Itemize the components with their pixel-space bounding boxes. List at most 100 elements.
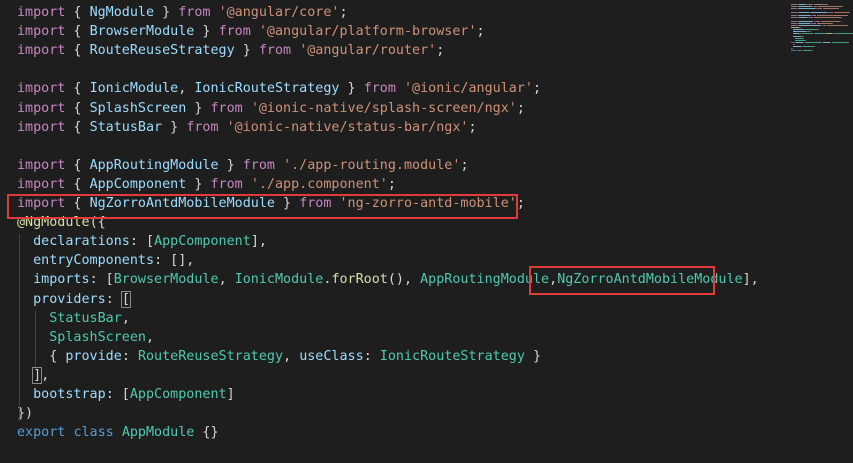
code-line[interactable]: import { RouteReuseStrategy } from '@ang… <box>17 41 444 60</box>
code-token: { <box>65 43 90 59</box>
minimap-mark <box>829 12 834 14</box>
code-token: '@ionic-native/status-bar/ngx' <box>226 119 469 135</box>
minimap-mark <box>792 31 807 33</box>
code-line[interactable]: bootstrap: [AppComponent] <box>17 385 235 404</box>
code-token: { <box>17 348 66 364</box>
code-line[interactable]: import { NgModule } from '@angular/core'… <box>17 3 348 22</box>
code-token: AppComponent <box>89 176 187 192</box>
code-token: ], <box>742 272 759 288</box>
code-token: providers <box>33 291 106 307</box>
minimap-mark <box>803 46 815 47</box>
code-token: import <box>17 43 66 59</box>
code-token: '@angular/router' <box>299 43 437 59</box>
minimap-mark <box>799 27 801 29</box>
code-token: from <box>242 157 275 173</box>
minimap-mark <box>815 33 826 35</box>
code-token: '@angular/core' <box>218 5 340 20</box>
minimap-mark <box>847 41 850 43</box>
code-line[interactable]: providers: [ <box>17 290 131 309</box>
minimap-mark <box>802 35 804 37</box>
code-token: } <box>339 81 364 97</box>
minimap-mark <box>793 43 795 45</box>
minimap-mark <box>822 25 827 26</box>
code-token: } <box>186 100 211 116</box>
minimap[interactable] <box>781 0 853 463</box>
code-token: IonicRouteStrategy <box>379 348 525 364</box>
code-token: , <box>41 367 50 383</box>
code-token: ; <box>476 24 485 40</box>
code-line[interactable]: entryComponents: [], <box>17 251 194 270</box>
code-token: from <box>258 43 292 59</box>
code-token: ] <box>32 366 43 384</box>
code-token: : <box>121 348 138 364</box>
minimap-mark <box>802 50 811 52</box>
code-token: ; <box>533 81 542 97</box>
code-token: BrowserModule <box>113 272 219 288</box>
minimap-mark <box>791 27 800 29</box>
code-token: class <box>73 425 114 441</box>
code-token: [ <box>120 290 131 308</box>
minimap-mark <box>818 8 822 10</box>
minimap-mark <box>810 50 814 52</box>
minimap-mark <box>794 37 803 39</box>
minimap-mark <box>818 6 843 8</box>
code-token: from <box>363 81 396 97</box>
minimap-mark <box>817 22 833 24</box>
code-token: AppModule <box>121 425 195 441</box>
code-line[interactable]: StatusBar, <box>17 309 130 328</box>
code-line[interactable]: import { BrowserModule } from '@angular/… <box>17 22 485 41</box>
code-line[interactable]: import { AppComponent } from './app.comp… <box>17 175 396 194</box>
minimap-mark <box>791 50 797 52</box>
code-token: SplashScreen <box>89 100 187 116</box>
minimap-mark <box>813 4 827 5</box>
code-line[interactable]: import { IonicModule, IonicRouteStrategy… <box>17 79 541 98</box>
minimap-mark <box>806 31 811 33</box>
minimap-mark <box>805 39 807 41</box>
code-token: ; <box>339 5 348 20</box>
minimap-mark <box>814 16 842 18</box>
code-token: import <box>17 157 66 173</box>
indent-guide <box>35 310 36 367</box>
code-token: NgModule <box>89 5 155 20</box>
code-line[interactable]: import { AppRoutingModule } from './app-… <box>17 156 469 175</box>
code-line[interactable]: ], <box>17 366 49 385</box>
minimap-mark <box>802 37 804 39</box>
code-token: from <box>178 5 211 20</box>
code-token: import <box>17 24 66 40</box>
code-token: (), <box>387 272 421 288</box>
minimap-mark <box>822 8 838 10</box>
minimap-mark <box>799 25 820 26</box>
minimap-mark <box>837 8 839 10</box>
minimap-mark <box>848 12 850 14</box>
code-token: import <box>17 176 66 192</box>
code-line[interactable]: SplashScreen, <box>17 328 154 347</box>
code-line[interactable]: { provide: RouteReuseStrategy, useClass:… <box>17 347 541 366</box>
code-line[interactable]: import { StatusBar } from '@ionic-native… <box>17 118 477 137</box>
code-token: : [ <box>89 272 114 288</box>
minimap-mark <box>791 48 793 50</box>
code-token: ; <box>468 119 477 135</box>
code-token: './app-routing.module' <box>283 157 461 173</box>
minimap-mark <box>810 12 827 14</box>
code-line[interactable]: export class AppModule {} <box>17 423 219 442</box>
code-token: imports <box>33 272 90 288</box>
minimap-mark <box>799 16 808 18</box>
code-editor[interactable]: import { NgModule } from '@angular/core'… <box>0 0 853 463</box>
code-line[interactable]: declarations: [AppComponent], <box>17 232 267 251</box>
code-token: : [ <box>105 387 130 402</box>
code-token: : [], <box>154 253 195 269</box>
code-token: '@ionic-native/splash-screen/ngx' <box>250 100 517 116</box>
minimap-mark <box>836 33 851 35</box>
code-line[interactable]: import { SplashScreen } from '@ionic-nat… <box>17 99 525 118</box>
code-token: } <box>154 5 179 20</box>
code-token: './app.component' <box>250 176 388 192</box>
code-token: ], <box>250 234 267 250</box>
code-token: , <box>283 348 300 364</box>
minimap-mark <box>817 14 847 16</box>
code-token: , <box>218 272 235 288</box>
code-token: ; <box>516 196 525 211</box>
